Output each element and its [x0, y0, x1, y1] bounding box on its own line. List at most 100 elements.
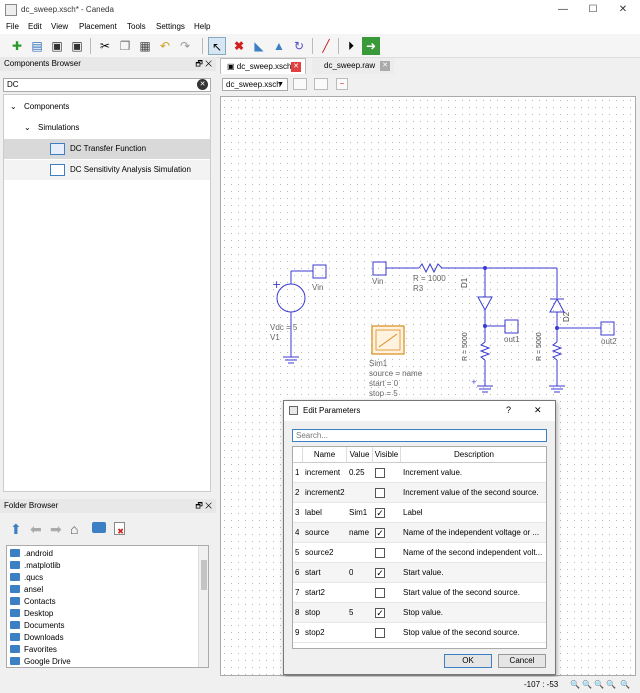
delete-file-icon[interactable]: ✖ — [114, 522, 125, 536]
menu-help[interactable]: Help — [194, 22, 210, 31]
list-item[interactable]: Contacts — [10, 596, 56, 608]
close-split-icon[interactable]: − — [336, 78, 348, 90]
chevron-down-icon: ▼ — [277, 81, 284, 88]
table-row[interactable]: 1 increment 0.25 Increment value. — [293, 463, 546, 483]
table-row[interactable]: 8 stop 5 ✓ Stop value. — [293, 603, 546, 623]
close-tab-icon[interactable]: ✕ — [380, 61, 390, 71]
table-row[interactable]: 7 start2 Start value of the second sourc… — [293, 583, 546, 603]
tab-dc-sweep-raw[interactable]: dc_sweep.raw ✕ — [312, 58, 394, 74]
visible-checkbox[interactable] — [375, 488, 385, 498]
rotate-icon[interactable]: ↻ — [290, 37, 308, 55]
redo-icon[interactable]: ↷ — [176, 37, 194, 55]
tab-dc-sweep-xsch[interactable]: ▣ dc_sweep.xsch ✕ — [220, 58, 306, 74]
folder-browser-title: Folder Browser — [0, 499, 216, 513]
save-all-icon[interactable]: ▣ — [68, 37, 86, 55]
dialog-icon — [289, 406, 298, 415]
visible-checkbox[interactable] — [375, 548, 385, 558]
dialog-close-button[interactable]: ✕ — [534, 405, 542, 416]
clear-search-icon[interactable]: ✕ — [197, 79, 208, 90]
ok-button[interactable]: OK — [444, 654, 492, 668]
zoom-fit-icon[interactable]: 🔍 — [606, 680, 616, 689]
vdc-name-label: V1 — [270, 333, 280, 342]
paste-icon[interactable]: ▦ — [136, 37, 154, 55]
list-item[interactable]: Favorites — [10, 644, 57, 656]
table-row[interactable]: 4 source name ✓ Name of the independent … — [293, 523, 546, 543]
export-icon[interactable]: ➜ — [362, 37, 380, 55]
zoom-reset-icon[interactable]: 🔍 — [620, 680, 630, 689]
split-vertical-icon[interactable] — [314, 78, 328, 90]
visible-checkbox[interactable] — [375, 468, 385, 478]
menu-placement[interactable]: Placement — [79, 22, 117, 31]
zoom-in-icon[interactable]: 🔍 — [582, 680, 592, 689]
tree-item-components[interactable]: ⌄ Components — [4, 97, 210, 117]
menu-view[interactable]: View — [51, 22, 68, 31]
wire-icon[interactable]: ╱ — [317, 37, 335, 55]
header-name[interactable]: Name — [303, 447, 347, 463]
open-icon[interactable]: ▤ — [28, 37, 46, 55]
copy-icon[interactable]: ❐ — [116, 37, 134, 55]
new-file-icon[interactable]: ✚ — [8, 37, 26, 55]
list-item[interactable]: .qucs — [10, 572, 43, 584]
dialog-title: Edit Parameters — [303, 406, 361, 415]
tree-item-dc-sensitivity[interactable]: DC Sensitivity Analysis Simulation — [4, 160, 210, 180]
list-item[interactable]: Documents — [10, 620, 64, 632]
port-vin-box — [372, 261, 387, 276]
simulate-icon[interactable]: ⏵ — [342, 37, 360, 55]
mirror-x-icon[interactable]: ◣ — [250, 37, 268, 55]
cut-icon[interactable]: ✂ — [96, 37, 114, 55]
dock-buttons[interactable]: 🗗 ✕ — [195, 57, 212, 71]
visible-checkbox[interactable]: ✓ — [375, 528, 385, 538]
visible-checkbox[interactable]: ✓ — [375, 608, 385, 618]
visible-checkbox[interactable] — [375, 588, 385, 598]
view-select[interactable]: dc_sweep.xsch ▼ — [222, 78, 288, 91]
visible-checkbox[interactable]: ✓ — [375, 508, 385, 518]
visible-checkbox[interactable]: ✓ — [375, 568, 385, 578]
split-horizontal-icon[interactable] — [293, 78, 307, 90]
zoom-icon[interactable]: 🔍 — [570, 680, 580, 689]
list-item[interactable]: .matplotlib — [10, 560, 60, 572]
header-visible[interactable]: Visible — [373, 447, 401, 463]
minimize-button[interactable]: — — [548, 0, 578, 20]
tree-item-dc-transfer-function[interactable]: DC Transfer Function — [4, 139, 210, 159]
select-icon[interactable]: ↖ — [208, 37, 226, 55]
close-tab-icon[interactable]: ✕ — [291, 62, 301, 72]
row-num-header — [293, 447, 303, 463]
menu-edit[interactable]: Edit — [28, 22, 42, 31]
vin-port-label: Vin — [372, 277, 384, 286]
up-folder-icon[interactable]: ⬆ — [10, 521, 22, 538]
close-window-button[interactable]: ✕ — [608, 0, 638, 20]
list-item[interactable]: Google Drive — [10, 656, 71, 667]
home-icon[interactable]: ⌂ — [70, 521, 78, 537]
list-item[interactable]: ansel — [10, 584, 43, 596]
component-search-input[interactable]: DC ✕ — [3, 78, 211, 92]
zoom-out-icon[interactable]: 🔍 — [594, 680, 604, 689]
menu-tools[interactable]: Tools — [127, 22, 146, 31]
back-icon[interactable]: ⬅ — [30, 521, 42, 538]
delete-icon[interactable]: ✖ — [230, 37, 248, 55]
menu-settings[interactable]: Settings — [156, 22, 185, 31]
new-folder-icon[interactable] — [92, 522, 106, 533]
tree-item-simulations[interactable]: ⌄ Simulations — [4, 118, 210, 138]
dock-buttons[interactable]: 🗗 ✕ — [195, 499, 212, 513]
list-item[interactable]: Desktop — [10, 608, 53, 620]
header-value[interactable]: Value — [347, 447, 373, 463]
table-row[interactable]: 3 label Sim1 ✓ Label — [293, 503, 546, 523]
list-item[interactable]: Downloads — [10, 632, 64, 644]
table-row[interactable]: 6 start 0 ✓ Start value. — [293, 563, 546, 583]
parameter-search-input[interactable] — [292, 429, 547, 442]
help-button[interactable]: ? — [506, 405, 511, 415]
header-description[interactable]: Description — [401, 447, 546, 463]
scrollbar[interactable] — [198, 546, 208, 667]
table-row[interactable]: 9 stop2 Stop value of the second source. — [293, 623, 546, 643]
menu-file[interactable]: File — [6, 22, 19, 31]
save-icon[interactable]: ▣ — [48, 37, 66, 55]
mirror-y-icon[interactable]: ▲ — [270, 37, 288, 55]
maximize-button[interactable]: ☐ — [578, 0, 608, 20]
table-row[interactable]: 5 source2 Name of the second independent… — [293, 543, 546, 563]
list-item[interactable]: .android — [10, 548, 53, 560]
table-row[interactable]: 2 increment2 Increment value of the seco… — [293, 483, 546, 503]
forward-icon[interactable]: ➡ — [50, 521, 62, 538]
visible-checkbox[interactable] — [375, 628, 385, 638]
undo-icon[interactable]: ↶ — [156, 37, 174, 55]
cancel-button[interactable]: Cancel — [498, 654, 546, 668]
